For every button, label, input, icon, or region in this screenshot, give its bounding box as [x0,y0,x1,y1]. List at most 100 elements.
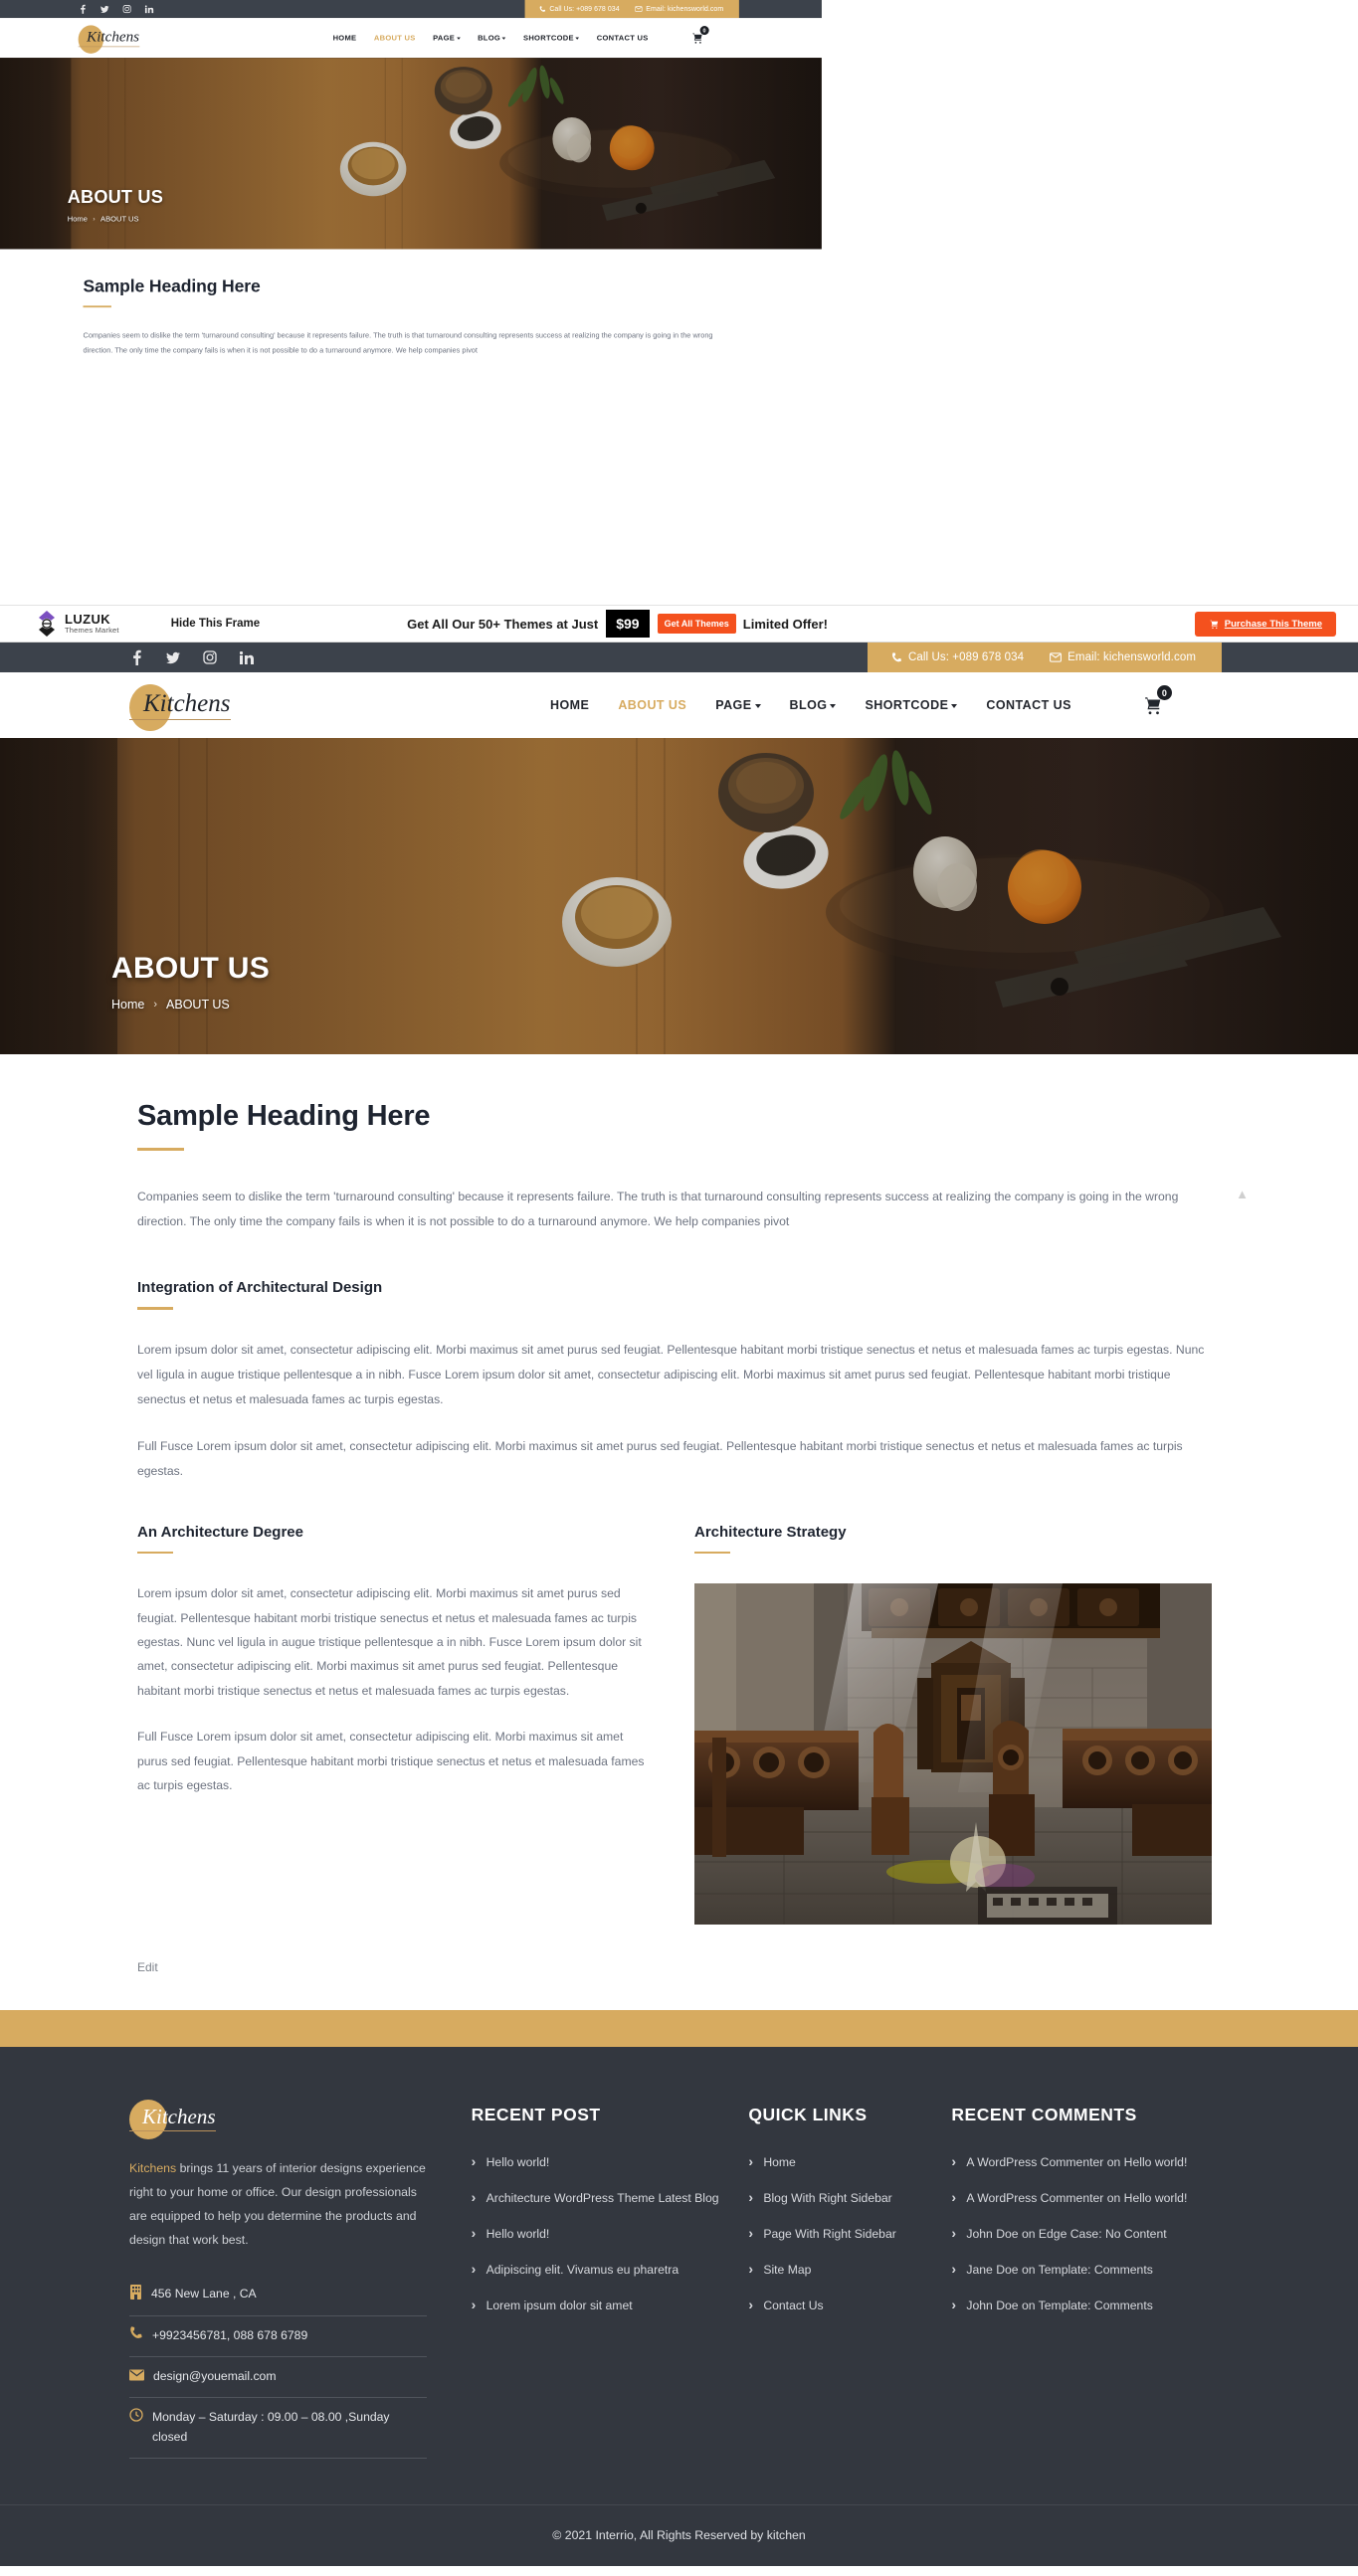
site-logo[interactable]: Kitchens [129,684,358,732]
cart-button[interactable]: 0 [1142,685,1172,716]
nav-item-shortcode[interactable]: SHORTCODE [523,34,580,42]
get-all-themes-button[interactable]: Get All Themes [657,614,736,634]
recent-post-link[interactable]: Hello world! [472,2223,749,2245]
instagram-icon[interactable] [203,649,217,665]
twitter-icon[interactable] [166,649,180,665]
list-item: A WordPress Commenter on Hello world! [951,2151,1249,2173]
recent-comment-link[interactable]: A WordPress Commenter on Hello world! [951,2151,1249,2173]
logo-text: Kitchens [78,29,140,48]
list-item: Page With Right Sidebar [748,2223,951,2245]
linkedin-icon[interactable] [240,649,254,665]
email-label: Email: kichensworld.com [1067,651,1196,663]
nav-item-page[interactable]: PAGE [715,698,761,712]
quick-link[interactable]: Page With Right Sidebar [748,2223,951,2245]
facebook-icon[interactable] [79,4,87,14]
recent-comment-link[interactable]: John Doe on Edge Case: No Content [951,2223,1249,2245]
list-item: John Doe on Template: Comments [951,2295,1249,2316]
edit-link[interactable]: Edit [137,1960,158,1974]
column-left-underline [137,1551,173,1555]
list-item: Adipiscing elit. Vivamus eu pharetra [472,2259,749,2281]
chevron-down-icon [456,37,461,40]
main-content: Sample Heading Here Companies seem to di… [0,1054,1358,2011]
nav-item-shortcode[interactable]: SHORTCODE [865,698,958,712]
hero-title: ABOUT US [67,187,164,208]
nav-item-about-us[interactable]: ABOUT US [618,698,686,712]
recent-comment-link[interactable]: Jane Doe on Template: Comments [951,2259,1249,2281]
page-title: Sample Heading Here [137,1100,431,1132]
list-item: Jane Doe on Template: Comments [951,2259,1249,2281]
email-contact[interactable]: Email: kichensworld.com [1050,651,1196,663]
twitter-icon[interactable] [100,4,109,14]
top-contact-bar: Call Us: +089 678 034 Email: kichensworl… [0,0,822,19]
quick-link[interactable]: Blog With Right Sidebar [748,2187,951,2209]
two-column-section: An Architecture Degree Lorem ipsum dolor… [137,1524,1229,1926]
luzuk-brand[interactable]: LUZUK Themes Market [36,611,119,637]
nav-item-contact-us[interactable]: CONTACT US [986,698,1071,712]
content-preview: Sample Heading Here Companies seem to di… [0,249,822,383]
hero-banner-full: ABOUT US Home › ABOUT US [0,738,1358,1054]
nav-item-contact-us[interactable]: CONTACT US [597,34,649,42]
breadcrumb-home[interactable]: Home [68,215,88,223]
nav-item-about-us[interactable]: ABOUT US [374,34,416,42]
nav-item-blog[interactable]: BLOG [790,698,837,712]
mail-icon [1050,652,1063,662]
footer-logo[interactable]: Kitchens [129,2100,308,2140]
scroll-indicator-icon: ▲ [1236,1187,1249,1201]
copyright-bar: © 2021 Interrio, All Rights Reserved by … [0,2503,1358,2566]
recent-comment-link[interactable]: John Doe on Template: Comments [951,2295,1249,2316]
list-item: Hello world! [472,2151,749,2173]
list-item: Hello world! [472,2223,749,2245]
cart-icon [1210,620,1218,629]
list-item: Contact Us [748,2295,951,2316]
recent-post-link[interactable]: Architecture WordPress Theme Latest Blog [472,2187,749,2209]
recent-post-link[interactable]: Lorem ipsum dolor sit amet [472,2295,749,2316]
footer-about-text: Kitchens brings 11 years of interior des… [129,2157,427,2253]
footer-email: design@youemail.com [129,2357,427,2399]
linkedin-icon[interactable] [144,4,154,14]
breadcrumb-home[interactable]: Home [111,998,144,1012]
breadcrumb-separator-icon: › [93,215,96,223]
recent-comments-list: A WordPress Commenter on Hello world! A … [951,2151,1249,2316]
breadcrumb-current: ABOUT US [100,214,139,224]
instagram-icon[interactable] [122,4,131,14]
footer-phone-text: +9923456781, 088 678 6789 [152,2328,308,2343]
list-item: Home [748,2151,951,2173]
nav-item-home[interactable]: HOME [333,34,357,42]
social-links-main [0,643,254,672]
mail-icon [635,6,643,12]
recent-post-heading: RECENT POST [471,2105,601,2125]
recent-post-link[interactable]: Hello world! [472,2151,749,2173]
contact-info-main: Call Us: +089 678 034 Email: kichensworl… [867,643,1222,672]
facebook-icon[interactable] [129,649,143,665]
quick-link[interactable]: Site Map [748,2259,951,2281]
recent-post-list: Hello world! Architecture WordPress Them… [472,2151,749,2316]
recent-comment-link[interactable]: A WordPress Commenter on Hello world! [951,2187,1249,2209]
cart-button[interactable]: 0 [690,26,709,44]
footer-about-column: Kitchens Kitchens brings 11 years of int… [129,2100,472,2459]
phone-icon [891,651,901,661]
nav-item-page[interactable]: PAGE [433,34,461,42]
column-right-underline [694,1551,730,1555]
phone-label: Call Us: +089 678 034 [907,651,1025,663]
phone-contact[interactable]: Call Us: +089 678 034 [539,5,620,13]
nav-item-blog[interactable]: BLOG [478,34,506,42]
column-left: An Architecture Degree Lorem ipsum dolor… [137,1524,655,1926]
nav-item-home[interactable]: HOME [550,698,589,712]
quick-link[interactable]: Contact Us [748,2295,951,2316]
mail-icon [129,2367,144,2387]
chevron-down-icon [951,704,958,708]
quick-link[interactable]: Home [748,2151,951,2173]
social-links [0,0,154,18]
phone-contact[interactable]: Call Us: +089 678 034 [891,651,1024,663]
site-logo[interactable]: Kitchens [78,25,217,54]
breadcrumb: Home › ABOUT US [111,998,270,1012]
email-contact[interactable]: Email: kichensworld.com [635,5,723,13]
quick-links-heading: QUICK LINKS [748,2105,868,2125]
footer-logo-text: Kitchens [129,2105,216,2132]
luzuk-brand-name: LUZUK [65,612,111,627]
hide-frame-link[interactable]: Hide This Frame [171,618,260,630]
purchase-theme-button[interactable]: Purchase This Theme [1194,611,1336,637]
footer-hours-text: Monday – Saturday : 09.00 – 08.00 ,Sunda… [152,2410,390,2445]
recent-post-link[interactable]: Adipiscing elit. Vivamus eu pharetra [472,2259,749,2281]
footer-phone: +9923456781, 088 678 6789 [129,2316,427,2358]
